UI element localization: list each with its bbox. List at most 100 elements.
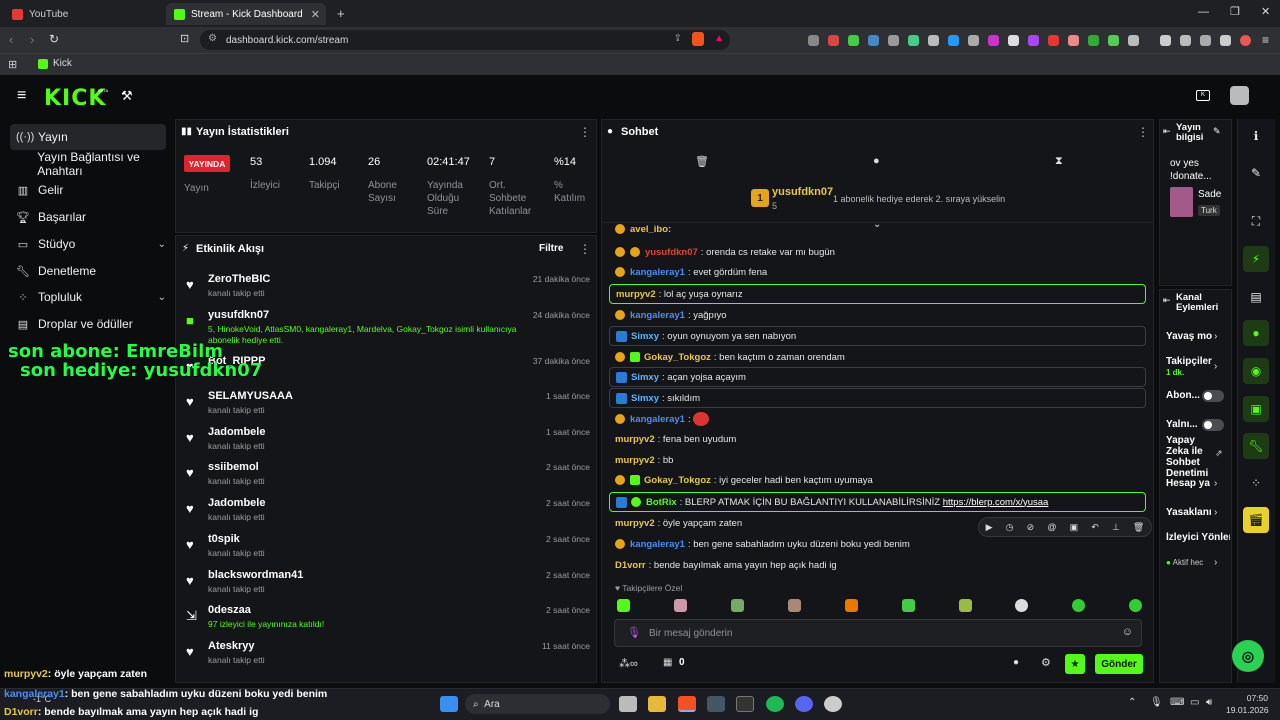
list-item[interactable]: ■ yusufdkn07 5, HinokeVoid, AtlasSM0, kang…: [186, 309, 590, 345]
points-icon[interactable]: ⁂∞: [619, 657, 638, 670]
action-ai-moderation[interactable]: Yapay Zeka ile Sohbet Denetimi: [1166, 435, 1210, 479]
list-item[interactable]: ♥ ZeroTheBIC kanalı takip etti 21 dakika ön…: [186, 273, 590, 309]
extension-icon[interactable]: [988, 35, 999, 46]
list-item[interactable]: ♥ Jadombele kanalı takip etti 1 saat önce: [186, 426, 590, 462]
list-item[interactable]: ♥ Jadombele kanalı takip etti 2 saat önce: [186, 497, 590, 533]
chevron-right-icon[interactable]: ›: [1214, 557, 1217, 568]
sidebar-item-yayin[interactable]: ((·)) Yayın: [10, 124, 166, 150]
close-tab-icon[interactable]: ✕: [311, 8, 320, 21]
emote-icon[interactable]: [617, 599, 630, 612]
list-item[interactable]: ♥ blackswordman41 kanalı takip etti 2 saat …: [186, 569, 590, 605]
windows-start-icon[interactable]: [440, 696, 458, 712]
hourglass-icon[interactable]: ⧗: [1055, 155, 1063, 168]
sidebar-item-basarilar[interactable]: 🏆︎ Başarılar: [10, 204, 166, 230]
reload-icon[interactable]: ↻: [49, 32, 59, 46]
ban-icon[interactable]: ⊘: [1027, 522, 1035, 533]
back-icon[interactable]: ‹: [9, 32, 13, 47]
mic-icon[interactable]: 🎙︎: [1150, 697, 1163, 708]
store-icon[interactable]: ▦: [663, 657, 672, 668]
extension-icon[interactable]: [1128, 35, 1139, 46]
taskbar-search[interactable]: ⌕ Ara: [465, 694, 610, 714]
forward-icon[interactable]: ›: [30, 32, 34, 47]
more-options-icon[interactable]: ⋮: [1137, 125, 1149, 139]
emote-icon[interactable]: [902, 599, 915, 612]
document-icon[interactable]: ▤: [1243, 284, 1269, 310]
edit-icon[interactable]: ✎: [1243, 160, 1269, 186]
external-link-icon[interactable]: ⇗: [1215, 448, 1223, 459]
hammer-icon[interactable]: ⚒: [121, 88, 133, 104]
broadcast-icon[interactable]: ◉: [1243, 358, 1269, 384]
mention-icon[interactable]: @: [1047, 522, 1056, 532]
close-window-icon[interactable]: ✕: [1261, 5, 1270, 18]
minimize-icon[interactable]: —: [1198, 6, 1209, 18]
task-view-icon[interactable]: [619, 696, 637, 712]
site-settings-icon[interactable]: ⚙: [208, 33, 217, 44]
sidebar-toggle-icon[interactable]: [1160, 35, 1171, 46]
steam-icon[interactable]: [707, 696, 725, 712]
hamburger-icon[interactable]: ≡: [17, 87, 26, 105]
wallet-icon[interactable]: [1180, 35, 1191, 46]
extension-icon[interactable]: [888, 35, 899, 46]
extension-icon[interactable]: [1108, 35, 1119, 46]
list-item[interactable]: ♥ Ateskryy kanalı takip etti 11 saat önce: [186, 640, 590, 676]
delete-icon[interactable]: 🗑︎: [1133, 522, 1144, 533]
keyboard-icon[interactable]: ⌨: [1170, 697, 1184, 708]
extensions-icon[interactable]: [1200, 35, 1211, 46]
network-icon[interactable]: ▭: [1190, 697, 1199, 708]
emote-icon[interactable]: [788, 599, 801, 612]
profile-icon[interactable]: [1240, 35, 1251, 46]
url-field[interactable]: ⚙ dashboard.kick.com/stream ⇪ ▲: [200, 30, 730, 50]
kick-mode-icon[interactable]: K: [1196, 90, 1210, 101]
wrench-icon[interactable]: 🔧︎: [1243, 433, 1269, 459]
chevron-right-icon[interactable]: ›: [1214, 331, 1217, 342]
kick-emote-icon[interactable]: ★: [1065, 654, 1085, 674]
action-followers-only[interactable]: Takipçiler: [1166, 356, 1212, 367]
chevron-up-icon[interactable]: ⌃: [1128, 697, 1136, 708]
sidebar-item-studyo[interactable]: ▭ Stüdyo ⌄: [10, 231, 166, 257]
extension-icon[interactable]: [848, 35, 859, 46]
chevron-right-icon[interactable]: ›: [1214, 507, 1217, 518]
filter-button[interactable]: Filtre: [539, 243, 563, 254]
maximize-icon[interactable]: ❐: [1230, 5, 1240, 18]
extension-icon[interactable]: [1068, 35, 1079, 46]
emote-icon[interactable]: [1015, 599, 1028, 612]
chat-bubble-icon[interactable]: ●: [1013, 657, 1019, 668]
extension-icon[interactable]: [828, 35, 839, 46]
emote-icon[interactable]: [731, 599, 744, 612]
emote-icon[interactable]: [1072, 599, 1085, 612]
clock-time[interactable]: 07:50: [1240, 693, 1268, 703]
send-button[interactable]: Gönder: [1095, 654, 1143, 674]
bookmark-icon[interactable]: ⊡: [180, 32, 189, 45]
emote-icon[interactable]: [845, 599, 858, 612]
gear-icon[interactable]: ⚙: [1041, 656, 1051, 669]
mic-icon[interactable]: 🎙︎: [627, 626, 641, 639]
clock-date[interactable]: 19.01.2026: [1226, 705, 1269, 715]
list-item[interactable]: ♥ ssiibemol kanalı takip etti 2 saat önce: [186, 461, 590, 497]
action-banned-words[interactable]: Yasaklanı: [1166, 507, 1212, 518]
play-icon[interactable]: ▶: [986, 522, 993, 533]
brave-icon[interactable]: [678, 696, 696, 712]
reply-icon[interactable]: ↶: [1091, 522, 1099, 533]
new-tab-icon[interactable]: +: [337, 6, 345, 21]
edit-icon[interactable]: ✎: [1213, 126, 1221, 137]
action-subscribers-only[interactable]: Abon...: [1166, 390, 1200, 401]
brave-shield-icon[interactable]: [692, 32, 704, 46]
trash-icon[interactable]: 🗑︎: [695, 155, 709, 168]
emote-icon[interactable]: [959, 599, 972, 612]
action-viewer-redirect[interactable]: İzleyici Yönlen: [1166, 532, 1230, 543]
extension-icon[interactable]: [868, 35, 879, 46]
expand-icon[interactable]: ⇤: [1163, 126, 1171, 137]
emote-icon[interactable]: [674, 599, 687, 612]
pin-icon[interactable]: ⊥: [1112, 522, 1120, 533]
layout-icon[interactable]: ▣: [1243, 396, 1269, 422]
bolt-icon[interactable]: ⚡︎: [1243, 246, 1269, 272]
obs-icon[interactable]: [824, 696, 842, 712]
chat-input[interactable]: 🎙︎ Bir mesaj gönderin ☺: [614, 619, 1142, 647]
list-item[interactable]: ⇲ 0deszaa 97 izleyici ile yayınınıza katıl…: [186, 604, 590, 640]
sidebar-item-denetleme[interactable]: 🔧︎ Denetleme: [10, 258, 166, 284]
extension-icon[interactable]: [908, 35, 919, 46]
chat-bubble-icon[interactable]: ●: [873, 155, 880, 167]
expand-icon[interactable]: ⇤: [1163, 295, 1171, 306]
list-item[interactable]: ♥ t0spik kanalı takip etti 2 saat önce: [186, 533, 590, 569]
brave-rewards-icon[interactable]: ▲: [714, 33, 724, 44]
